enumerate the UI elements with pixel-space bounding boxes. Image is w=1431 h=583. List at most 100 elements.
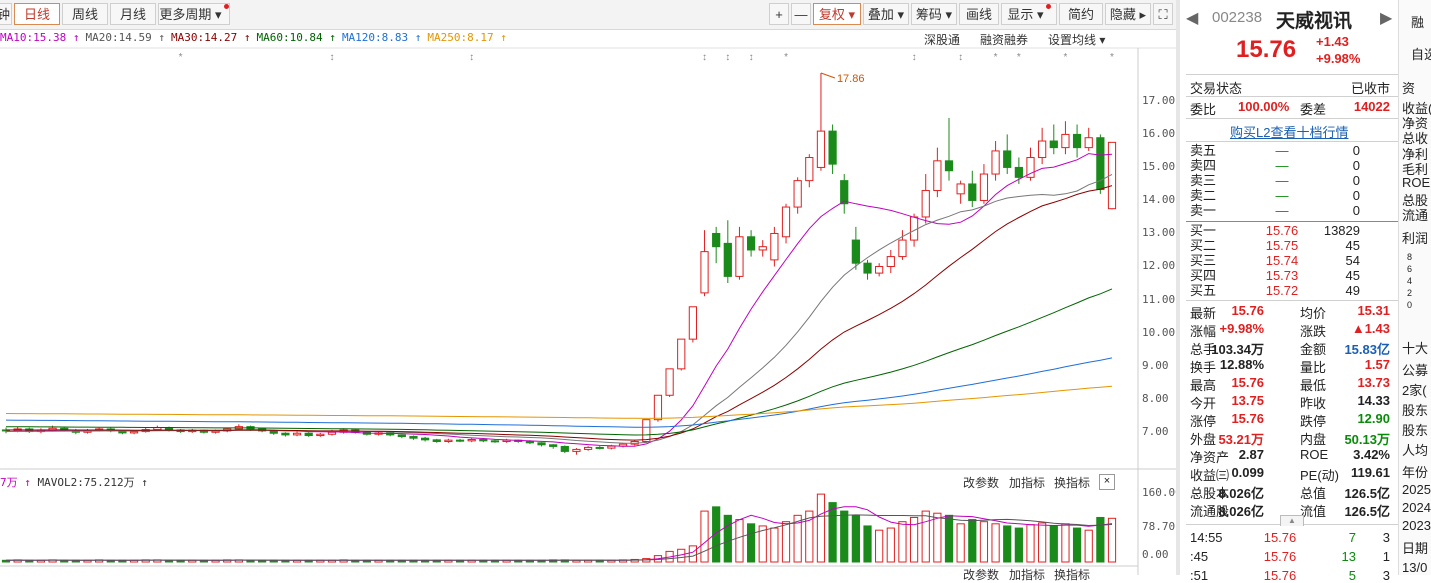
f10-item[interactable]: 资: [1402, 78, 1415, 97]
candle-body: [816, 130, 826, 168]
quote-label: 涨停: [1190, 414, 1217, 429]
quote-label: 最高: [1190, 378, 1217, 393]
candle-body: [269, 430, 278, 434]
tick-price: 15.76: [1263, 549, 1297, 564]
order-price: 15.72: [1265, 283, 1299, 298]
volume-bar: [1014, 527, 1023, 563]
volume-bar: [851, 514, 860, 563]
next-stock-icon[interactable]: ▶: [1380, 8, 1392, 28]
quote-label: PE(动): [1300, 468, 1340, 483]
quote-value: 14.33: [1357, 393, 1390, 408]
tick-count: 1: [1382, 549, 1390, 564]
quote-value: 2.87: [1238, 447, 1264, 462]
volume-bar: [933, 512, 942, 563]
price-tick-label: 13.00: [1142, 226, 1176, 240]
candle-body: [653, 394, 663, 421]
f10-item[interactable]: ROE: [1402, 175, 1430, 190]
f10-item[interactable]: 2: [1407, 288, 1412, 298]
order-price: —: [1275, 143, 1289, 158]
price-tick-label: 14.00: [1142, 193, 1176, 207]
buy-l2-link[interactable]: 购买L2查看十档行情: [1230, 122, 1348, 141]
divider: [1186, 118, 1398, 119]
quote-value: 0.099: [1231, 465, 1264, 480]
order-level-label: 买五: [1190, 283, 1217, 298]
f10-item[interactable]: 13/0: [1402, 560, 1427, 575]
f10-item[interactable]: 股东: [1402, 420, 1428, 439]
event-marker: ↕: [749, 52, 754, 63]
weibi-label: 委比: [1190, 102, 1217, 117]
f10-item[interactable]: 2023: [1402, 518, 1431, 533]
quote-label: 均价: [1300, 306, 1327, 321]
ma-line: [5, 357, 1113, 428]
ma-line: [5, 153, 1113, 447]
f10-item[interactable]: 公募: [1402, 360, 1428, 379]
candle-body: [863, 262, 872, 274]
candle-body: [421, 437, 430, 441]
tick-time: :51: [1190, 568, 1209, 583]
quote-row: 最新 15.76 均价 15.31: [1190, 303, 1390, 321]
f10-item[interactable]: 利润: [1402, 228, 1428, 247]
order-qty: 0: [1352, 158, 1360, 173]
collapse-arrow-icon[interactable]: ▲: [1280, 515, 1304, 526]
weicha-value: 14022: [1353, 99, 1390, 114]
quote-value: 50.13万: [1344, 432, 1390, 447]
f10-item[interactable]: 0: [1407, 300, 1412, 310]
f10-item[interactable]: 2024: [1402, 500, 1431, 515]
quote-row: 收益㈢ 0.099 PE(动) 119.61: [1190, 465, 1390, 483]
volume-bar: [956, 523, 965, 563]
volume-bar: [1096, 516, 1105, 563]
f10-item[interactable]: 4: [1407, 276, 1412, 286]
buy-order-row: 买三 15.74 54: [1190, 253, 1360, 268]
f10-item[interactable]: 8: [1407, 252, 1412, 262]
f10-item[interactable]: 6: [1407, 264, 1412, 274]
volume-bar: [735, 519, 744, 563]
candle-body: [525, 440, 535, 444]
price-tick-label: 16.00: [1142, 127, 1176, 141]
f10-item[interactable]: 十大: [1402, 338, 1428, 357]
candle-body: [968, 183, 977, 201]
vol-add-indicator-link[interactable]: 加指标: [1009, 474, 1045, 491]
quote-value: ▲1.43: [1351, 321, 1390, 336]
event-marker: ↕: [958, 52, 963, 63]
trade-status-label: 交易状态: [1190, 81, 1243, 96]
f10-item[interactable]: 日期: [1402, 538, 1428, 557]
candle-body: [933, 160, 942, 192]
sell-order-row: 卖四 — 0: [1190, 158, 1360, 173]
margin-button[interactable]: 融: [1411, 12, 1424, 31]
candle-body: [875, 265, 884, 274]
watchlist-button[interactable]: 自选: [1411, 44, 1431, 63]
prev-stock-icon[interactable]: ◀: [1186, 8, 1198, 28]
candle-body: [828, 130, 837, 165]
vol-params-link[interactable]: 改参数: [963, 474, 999, 491]
event-marker: ↕: [725, 52, 730, 63]
kline-chart[interactable]: * ↕ ↕ ↕ ↕ ↕ * ↕ ↕ * * * * 17.86: [0, 0, 1176, 575]
order-qty: 0: [1352, 143, 1360, 158]
volume-bar: [723, 514, 732, 563]
trade-status: 已收市: [1350, 81, 1390, 96]
quote-value: 13.73: [1357, 375, 1390, 390]
order-level-label: 买二: [1190, 238, 1217, 253]
f10-item[interactable]: 股东: [1402, 400, 1428, 419]
vol-switch-indicator-link[interactable]: 换指标: [1054, 474, 1090, 491]
event-marker: *: [994, 52, 998, 63]
price-tick-label: 7.00: [1142, 424, 1169, 438]
order-price: 15.73: [1265, 268, 1299, 283]
volume-bar: [781, 521, 791, 563]
candle-body: [770, 232, 779, 261]
candle-body: [665, 368, 674, 396]
f10-item[interactable]: 2家(: [1402, 380, 1427, 399]
f10-item[interactable]: 2025: [1402, 482, 1431, 497]
volume-bar: [898, 521, 907, 563]
candle-body: [886, 256, 895, 267]
f10-item[interactable]: 人均: [1402, 440, 1428, 459]
candle-body: [700, 251, 709, 294]
f10-item[interactable]: 年份: [1402, 462, 1428, 481]
stock-name: 天威视讯: [1276, 11, 1353, 32]
event-marker: ↕: [702, 52, 707, 63]
close-volume-icon[interactable]: ×: [1099, 474, 1115, 490]
tick-price: 15.76: [1263, 530, 1297, 545]
quote-label: 金额: [1300, 342, 1327, 357]
f10-item[interactable]: 流通: [1402, 205, 1428, 224]
event-marker: *: [784, 52, 788, 63]
price-tick-label: 9.00: [1142, 358, 1169, 372]
